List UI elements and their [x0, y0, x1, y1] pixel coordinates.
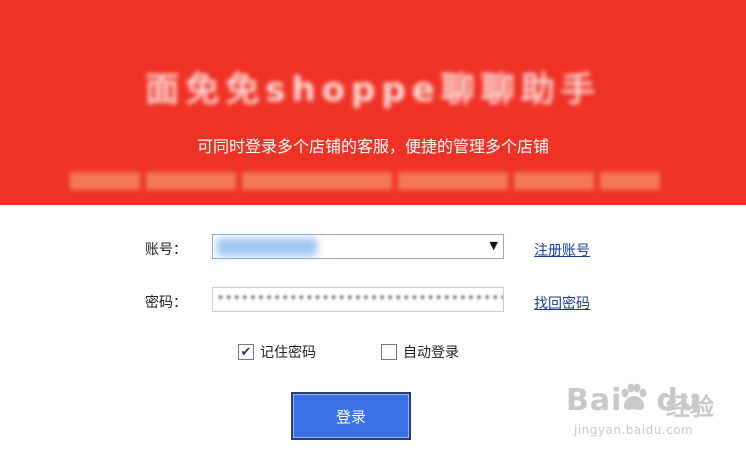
- auto-login-label: 自动登录: [403, 345, 459, 361]
- banner-note-redacted: [70, 172, 676, 190]
- remember-password-label: 记住密码: [260, 345, 316, 361]
- account-value-redacted: [217, 238, 317, 256]
- watermark-cn: 经验: [666, 393, 714, 421]
- watermark-brand: Bai du: [566, 383, 702, 418]
- banner-title: 面免免shoppe聊聊助手: [145, 70, 601, 110]
- password-label: 密码：: [145, 295, 187, 311]
- header-banner: 面免免shoppe聊聊助手 可同时登录多个店铺的客服，便捷的管理多个店铺: [0, 0, 746, 205]
- remember-password-option[interactable]: ✔ 记住密码: [238, 342, 316, 362]
- watermark-url: jingyan.baidu.com: [574, 423, 694, 437]
- baidu-jingyan-watermark: Bai du 经验 jingyan.baidu.com: [562, 375, 740, 445]
- password-input[interactable]: ••••••••••••••••••••••••••••••••••••••••: [212, 287, 504, 312]
- account-combobox[interactable]: ▼: [212, 234, 504, 259]
- password-value: ••••••••••••••••••••••••••••••••••••••••: [217, 291, 503, 305]
- auto-login-option[interactable]: 自动登录: [381, 342, 459, 362]
- forgot-password-link[interactable]: 找回密码: [534, 293, 590, 313]
- register-link[interactable]: 注册账号: [534, 240, 590, 260]
- account-label: 账号：: [145, 242, 187, 258]
- remember-password-checkbox[interactable]: ✔: [238, 344, 254, 360]
- paw-icon: [621, 383, 647, 410]
- login-button[interactable]: 登录: [291, 392, 411, 440]
- banner-subtitle: 可同时登录多个店铺的客服，便捷的管理多个店铺: [196, 137, 549, 156]
- triangle-down-icon[interactable]: ▼: [490, 239, 498, 252]
- auto-login-checkbox[interactable]: [381, 344, 397, 360]
